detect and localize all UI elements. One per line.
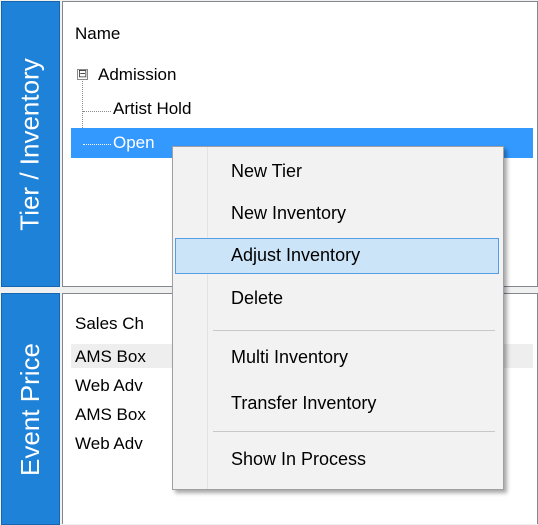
menu-item-multi-inventory[interactable]: Multi Inventory [175,340,499,376]
list-item[interactable]: Web Adv [75,434,143,454]
menu-item-new-tier[interactable]: New Tier [175,154,499,190]
menu-item-label: Adjust Inventory [231,245,361,265]
menu-item-show-in-process[interactable]: Show In Process [175,442,499,478]
menu-item-label: Multi Inventory [231,347,349,367]
tree-node-admission[interactable]: Admission [98,65,176,85]
tab-tier-inventory[interactable]: Tier / Inventory [1,1,60,287]
menu-item-label: New Tier [231,161,303,181]
tree-node-open[interactable]: Open [113,133,155,153]
list-item[interactable]: Web Adv [75,376,143,396]
sales-channel-column-header[interactable]: Sales Ch [75,314,144,334]
menu-separator [213,330,495,331]
name-column-header[interactable]: Name [75,24,120,44]
menu-item-new-inventory[interactable]: New Inventory [175,196,499,232]
menu-item-delete[interactable]: Delete [175,281,499,317]
list-item[interactable]: AMS Box [75,347,146,367]
list-item[interactable]: AMS Box [75,405,146,425]
menu-item-transfer-inventory[interactable]: Transfer Inventory [175,386,499,422]
collapse-icon[interactable]: ⊟ [77,69,88,80]
tree-connector [83,144,111,145]
tab-tier-inventory-label: Tier / Inventory [15,57,45,231]
menu-separator [213,431,495,432]
menu-item-label: New Inventory [231,203,347,223]
menu-item-label: Transfer Inventory [231,393,377,413]
context-menu: New Tier New Inventory Adjust Inventory … [172,146,504,490]
menu-item-label: Delete [231,288,284,308]
menu-item-label: Show In Process [231,449,367,469]
menu-item-adjust-inventory[interactable]: Adjust Inventory [175,238,499,274]
app-window: Tier / Inventory Event Price Name ⊟ Admi… [0,0,538,525]
tab-event-price[interactable]: Event Price [1,293,60,525]
tab-event-price-label: Event Price [15,342,46,476]
tree-node-artist-hold[interactable]: Artist Hold [113,99,191,119]
tree-connector [83,111,111,112]
